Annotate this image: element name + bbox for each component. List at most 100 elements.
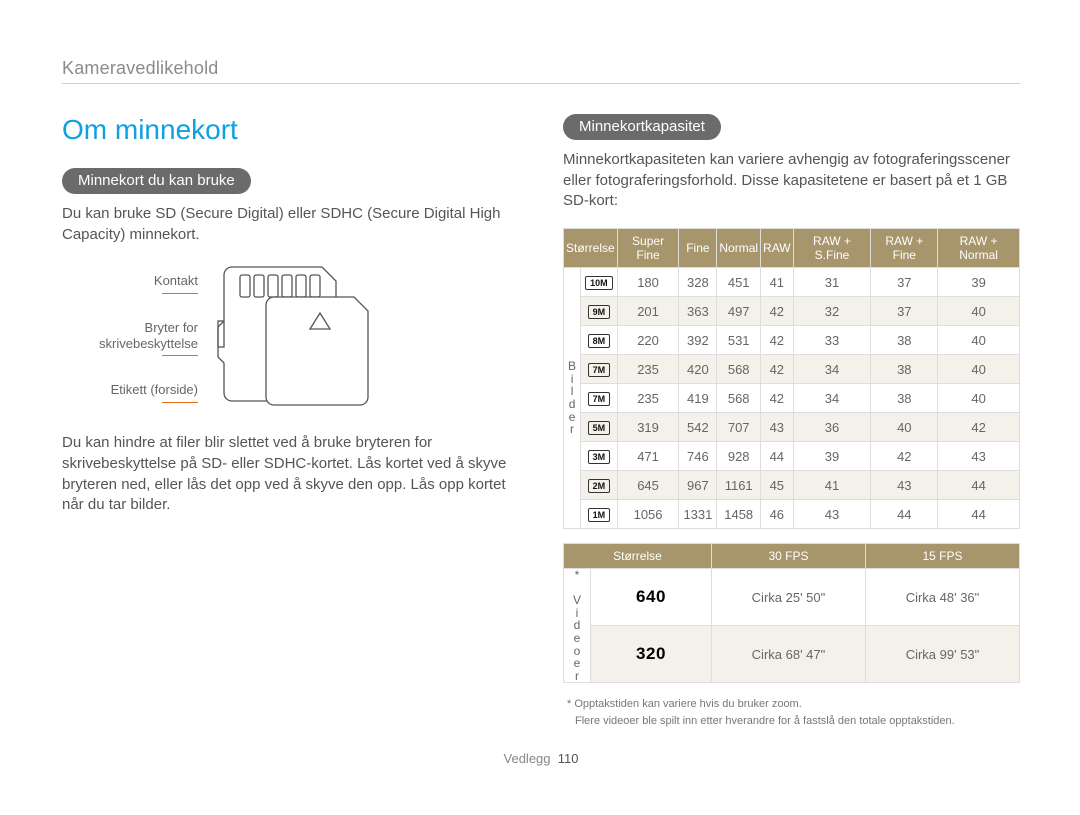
data-cell: 42 <box>761 326 794 355</box>
table-row: 320Cirka 68' 47"Cirka 99' 53" <box>564 626 1020 683</box>
data-cell: 542 <box>679 413 717 442</box>
sd-label-contact: Kontakt <box>68 273 198 294</box>
data-cell: 43 <box>761 413 794 442</box>
data-cell: 32 <box>793 297 871 326</box>
footnote-1: * Opptakstiden kan variere hvis du bruke… <box>567 697 1020 712</box>
data-cell: 39 <box>793 442 871 471</box>
two-column-layout: Om minnekort Minnekort du kan bruke Du k… <box>62 114 1020 729</box>
data-cell: 39 <box>938 268 1020 297</box>
data-cell: 40 <box>938 297 1020 326</box>
data-cell: 531 <box>717 326 761 355</box>
data-cell: 42 <box>871 442 938 471</box>
data-cell: Cirka 48' 36" <box>865 569 1019 626</box>
left-column: Om minnekort Minnekort du kan bruke Du k… <box>62 114 519 729</box>
row-group-label-videos: * Videoer <box>564 569 591 683</box>
size-cell: 2M <box>581 471 618 500</box>
data-cell: 220 <box>617 326 679 355</box>
size-cell: 1M <box>581 500 618 529</box>
section-header: Kameravedlikehold <box>62 58 1020 84</box>
page-number: 110 <box>558 751 579 766</box>
data-cell: 42 <box>761 355 794 384</box>
data-cell: 31 <box>793 268 871 297</box>
col-header: 15 FPS <box>865 544 1019 569</box>
table-row: 7M23541956842343840 <box>564 384 1020 413</box>
data-cell: 419 <box>679 384 717 413</box>
data-cell: 44 <box>761 442 794 471</box>
size-cell: 5M <box>581 413 618 442</box>
data-cell: 37 <box>871 268 938 297</box>
data-cell: 33 <box>793 326 871 355</box>
col-size: Størrelse <box>564 229 618 268</box>
col-header: Fine <box>679 229 717 268</box>
data-cell: 44 <box>938 471 1020 500</box>
data-cell: 497 <box>717 297 761 326</box>
table-row: 3M47174692844394243 <box>564 442 1020 471</box>
video-size-cell: 320 <box>591 626 712 683</box>
page-title: Om minnekort <box>62 114 519 146</box>
col-header: Super Fine <box>617 229 679 268</box>
data-cell: 43 <box>938 442 1020 471</box>
data-cell: Cirka 68' 47" <box>711 626 865 683</box>
video-capacity-table: Størrelse30 FPS15 FPS * Videoer640Cirka … <box>563 543 1020 683</box>
data-cell: 180 <box>617 268 679 297</box>
data-cell: 42 <box>761 384 794 413</box>
data-cell: 201 <box>617 297 679 326</box>
data-cell: 43 <box>871 471 938 500</box>
sd-label-switch: Bryter forskrivebeskyttelse <box>68 320 198 356</box>
data-cell: 1458 <box>717 500 761 529</box>
data-cell: 363 <box>679 297 717 326</box>
page-footer: Vedlegg 110 <box>62 751 1020 766</box>
data-cell: 40 <box>938 384 1020 413</box>
table-row: * Videoer640Cirka 25' 50"Cirka 48' 36" <box>564 569 1020 626</box>
data-cell: 235 <box>617 384 679 413</box>
row-group-label-images: Bilder <box>564 268 581 529</box>
data-cell: 967 <box>679 471 717 500</box>
col-size: Størrelse <box>564 544 712 569</box>
table-row: 9M20136349742323740 <box>564 297 1020 326</box>
video-size-cell: 640 <box>591 569 712 626</box>
data-cell: 328 <box>679 268 717 297</box>
size-cell: 9M <box>581 297 618 326</box>
data-cell: 41 <box>761 268 794 297</box>
data-cell: 38 <box>871 326 938 355</box>
data-cell: 319 <box>617 413 679 442</box>
data-cell: 42 <box>761 297 794 326</box>
col-header: RAW + Fine <box>871 229 938 268</box>
data-cell: 471 <box>617 442 679 471</box>
intro-paragraph-2: Du kan hindre at filer blir slettet ved … <box>62 433 519 516</box>
data-cell: 37 <box>871 297 938 326</box>
table-row: 5M31954270743364042 <box>564 413 1020 442</box>
data-cell: 40 <box>871 413 938 442</box>
data-cell: 38 <box>871 384 938 413</box>
data-cell: Cirka 25' 50" <box>711 569 865 626</box>
table-row: 7M23542056842343840 <box>564 355 1020 384</box>
data-cell: 34 <box>793 384 871 413</box>
data-cell: 46 <box>761 500 794 529</box>
breadcrumb: Kameravedlikehold <box>62 58 1020 79</box>
table-row: 2M645967116145414344 <box>564 471 1020 500</box>
size-cell: 7M <box>581 355 618 384</box>
right-column: Minnekortkapasitet Minnekortkapasiteten … <box>563 114 1020 729</box>
subheading-2: Minnekortkapasitet <box>563 114 721 140</box>
data-cell: 40 <box>938 355 1020 384</box>
data-cell: 43 <box>793 500 871 529</box>
sd-card-icon <box>212 261 382 411</box>
data-cell: 36 <box>793 413 871 442</box>
col-header: RAW + S.Fine <box>793 229 871 268</box>
data-cell: 1161 <box>717 471 761 500</box>
col-header: RAW <box>761 229 794 268</box>
data-cell: 40 <box>938 326 1020 355</box>
col-header: Normal <box>717 229 761 268</box>
size-cell: 7M <box>581 384 618 413</box>
sd-label-column: Kontakt Bryter forskrivebeskyttelse Etik… <box>68 261 198 402</box>
data-cell: 34 <box>793 355 871 384</box>
size-cell: 3M <box>581 442 618 471</box>
data-cell: 451 <box>717 268 761 297</box>
data-cell: 746 <box>679 442 717 471</box>
data-cell: 568 <box>717 384 761 413</box>
data-cell: 44 <box>938 500 1020 529</box>
footnote-2: Flere videoer ble spilt inn etter hveran… <box>567 714 1020 729</box>
sd-label-front: Etikett (forside) <box>68 382 198 403</box>
data-cell: Cirka 99' 53" <box>865 626 1019 683</box>
col-header: 30 FPS <box>711 544 865 569</box>
